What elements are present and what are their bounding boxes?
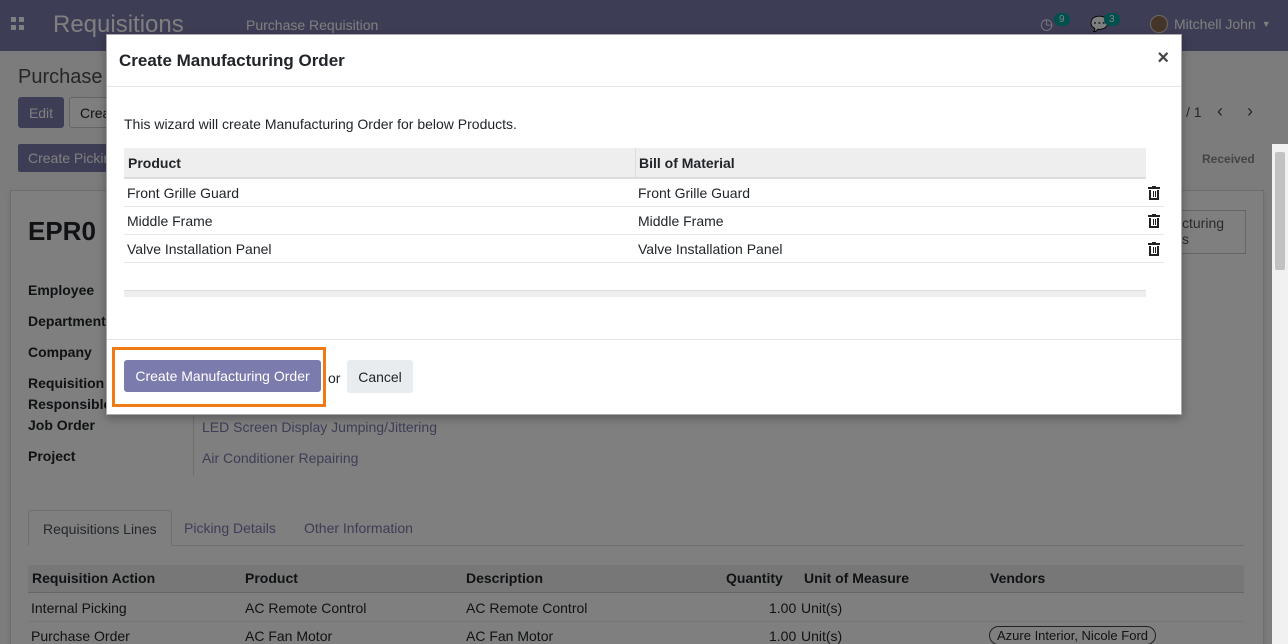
trash-icon[interactable] [1148, 214, 1160, 228]
trash-icon[interactable] [1148, 186, 1160, 200]
cell-product: Valve Installation Panel [127, 241, 272, 257]
table-row[interactable]: Front Grille Guard Front Grille Guard [124, 179, 1164, 207]
wizard-intro-text: This wizard will create Manufacturing Or… [124, 116, 517, 132]
modal-header: Create Manufacturing Order × [107, 35, 1181, 87]
create-mo-dialog: Create Manufacturing Order × This wizard… [106, 34, 1182, 415]
table-row[interactable]: Valve Installation Panel Valve Installat… [124, 235, 1164, 263]
cancel-button[interactable]: Cancel [347, 360, 413, 393]
create-manufacturing-order-button[interactable]: Create Manufacturing Order [124, 360, 321, 392]
cell-product: Front Grille Guard [127, 185, 240, 201]
col-product[interactable]: Product [128, 155, 181, 171]
cell-product: Middle Frame [127, 213, 213, 229]
scrollbar-thumb[interactable] [1275, 152, 1285, 270]
col-bill-of-material[interactable]: Bill of Material [639, 155, 735, 171]
cell-bom[interactable]: Middle Frame [638, 213, 724, 229]
cell-bom[interactable]: Front Grille Guard [638, 185, 750, 201]
close-icon[interactable]: × [1157, 47, 1169, 70]
table-footer [124, 290, 1146, 297]
wizard-table-header: Product Bill of Material [124, 148, 1146, 179]
trash-icon[interactable] [1148, 242, 1160, 256]
table-row[interactable]: Middle Frame Middle Frame [124, 207, 1164, 235]
modal-title: Create Manufacturing Order [119, 51, 345, 70]
or-text: or [328, 370, 341, 386]
column-divider [635, 148, 636, 179]
page-scrollbar[interactable] [1272, 144, 1288, 644]
cell-bom[interactable]: Valve Installation Panel [638, 241, 783, 257]
modal-footer: Create Manufacturing Order or Cancel [107, 339, 1181, 416]
